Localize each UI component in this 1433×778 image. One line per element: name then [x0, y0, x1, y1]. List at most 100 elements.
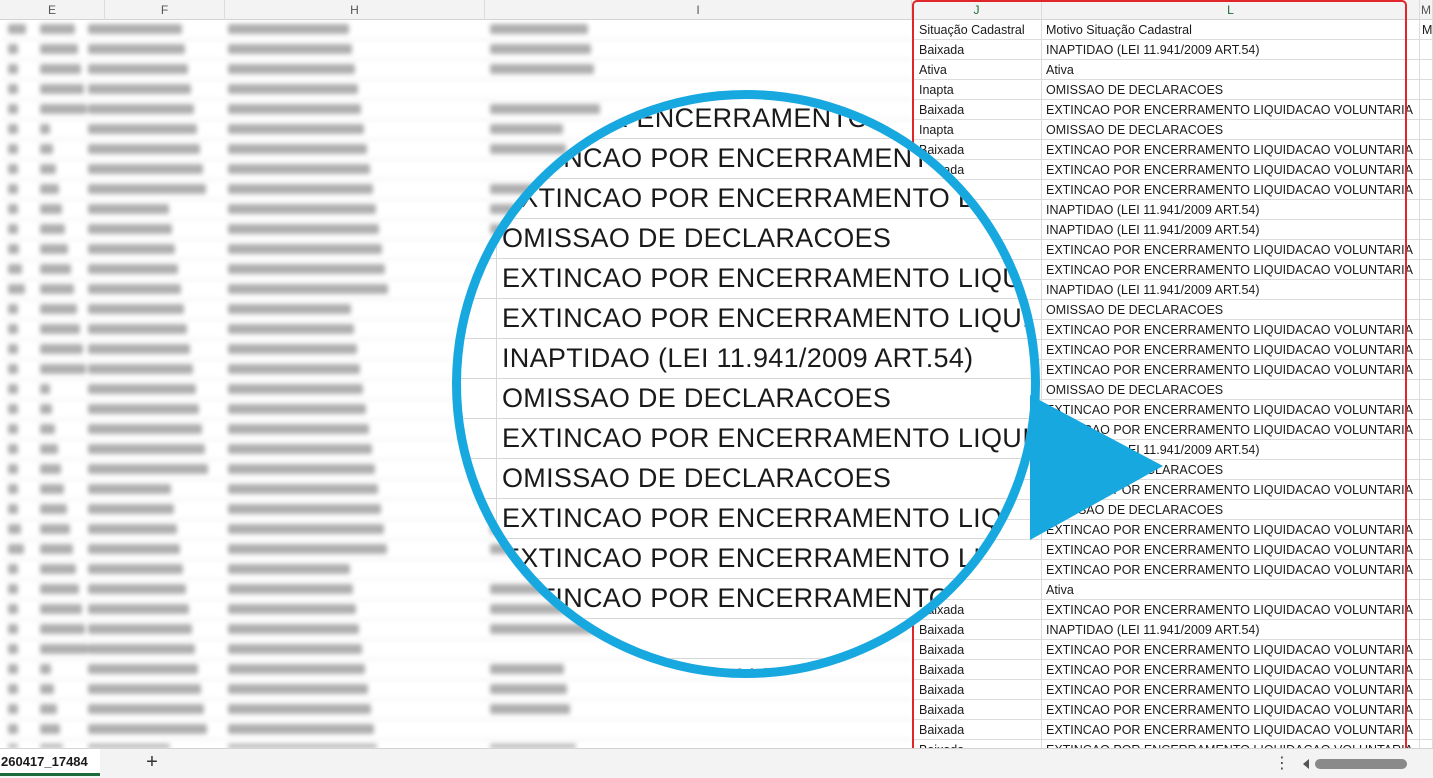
column-header-l[interactable]: L — [1042, 0, 1420, 20]
cell-motivo[interactable]: EXTINCAO POR ENCERRAMENTO LIQUIDACAO VOL… — [1042, 640, 1420, 660]
cell-m[interactable] — [1420, 680, 1433, 700]
cell-motivo[interactable]: OMISSAO DE DECLARACOES — [1042, 300, 1420, 320]
cell-motivo[interactable]: OMISSAO DE DECLARACOES — [1042, 380, 1420, 400]
cell-m[interactable] — [1420, 640, 1433, 660]
cell-m[interactable] — [1420, 260, 1433, 280]
cell-m[interactable] — [1420, 80, 1433, 100]
cell-m[interactable] — [1420, 480, 1433, 500]
cell-motivo[interactable]: OMISSAO DE DECLARACOES — [1042, 460, 1420, 480]
cell-motivo[interactable]: EXTINCAO POR ENCERRAMENTO LIQUIDACAO VOL… — [1042, 540, 1420, 560]
cell-m[interactable] — [1420, 720, 1433, 740]
header-motivo-situacao[interactable]: Motivo Situação Cadastral — [1042, 20, 1420, 40]
cell-m[interactable] — [1420, 300, 1433, 320]
cell-motivo[interactable]: EXTINCAO POR ENCERRAMENTO LIQUIDACAO VOL… — [1042, 400, 1420, 420]
cell-m[interactable] — [1420, 460, 1433, 480]
cell-motivo[interactable]: EXTINCAO POR ENCERRAMENTO LIQUIDACAO VOL… — [1042, 520, 1420, 540]
cell-motivo[interactable]: EXTINCAO POR ENCERRAMENTO LIQUIDACAO VOL… — [1042, 560, 1420, 580]
cell-m[interactable] — [1420, 620, 1433, 640]
cell-motivo[interactable]: INAPTIDAO (LEI 11.941/2009 ART.54) — [1042, 440, 1420, 460]
cell-situacao[interactable]: Ativa — [912, 60, 1042, 80]
cell-m[interactable] — [1420, 280, 1433, 300]
cell-m[interactable] — [1420, 180, 1433, 200]
cell-m[interactable] — [1420, 220, 1433, 240]
cell-m[interactable] — [1420, 160, 1433, 180]
cell-motivo[interactable]: EXTINCAO POR ENCERRAMENTO LIQUIDACAO VOL… — [1042, 600, 1420, 620]
cell-situacao[interactable]: Baixada — [912, 40, 1042, 60]
column-header-f[interactable]: F — [105, 0, 225, 20]
cell-motivo[interactable]: EXTINCAO POR ENCERRAMENTO LIQUIDACAO VOL… — [1042, 660, 1420, 680]
cell-m[interactable] — [1420, 380, 1433, 400]
cell-motivo[interactable]: INAPTIDAO (LEI 11.941/2009 ART.54) — [1042, 220, 1420, 240]
magnifier-row: EXTINCAO POR ENCERRAMENTO LIQUIDACAO — [461, 539, 1031, 579]
scrollbar-thumb[interactable] — [1315, 759, 1407, 769]
column-header-m[interactable]: M — [1420, 0, 1433, 20]
header-situacao-cadastral[interactable]: Situação Cadastral — [912, 20, 1042, 40]
cell-situacao[interactable]: Baixada — [912, 720, 1042, 740]
cell-motivo[interactable]: EXTINCAO POR ENCERRAMENTO LIQUIDACAO VOL… — [1042, 340, 1420, 360]
cell-m[interactable] — [1420, 420, 1433, 440]
cell-motivo[interactable]: EXTINCAO POR ENCERRAMENTO LIQUIDACAO VOL… — [1042, 100, 1420, 120]
cell-motivo[interactable]: EXTINCAO POR ENCERRAMENTO LIQUIDACAO VOL… — [1042, 480, 1420, 500]
cell-motivo[interactable]: EXTINCAO POR ENCERRAMENTO LIQUIDACAO VOL… — [1042, 700, 1420, 720]
blurred-cell — [8, 564, 18, 574]
cell-motivo[interactable]: EXTINCAO POR ENCERRAMENTO LIQUIDACAO VOL… — [1042, 740, 1420, 748]
cell-situacao[interactable]: Baixada — [912, 680, 1042, 700]
cell-m[interactable] — [1420, 240, 1433, 260]
cell-m[interactable] — [1420, 440, 1433, 460]
cell-m[interactable] — [1420, 540, 1433, 560]
cell-motivo[interactable]: EXTINCAO POR ENCERRAMENTO LIQUIDACAO VOL… — [1042, 180, 1420, 200]
cell-m[interactable] — [1420, 120, 1433, 140]
cell-motivo[interactable]: INAPTIDAO (LEI 11.941/2009 ART.54) — [1042, 40, 1420, 60]
cell-m[interactable] — [1420, 400, 1433, 420]
cell-m[interactable] — [1420, 740, 1433, 748]
header-m[interactable]: M — [1420, 20, 1433, 40]
cell-m[interactable] — [1420, 500, 1433, 520]
column-header-h[interactable]: H — [225, 0, 485, 20]
cell-m[interactable] — [1420, 60, 1433, 80]
cell-m[interactable] — [1420, 580, 1433, 600]
cell-m[interactable] — [1420, 520, 1433, 540]
cell-motivo[interactable]: INAPTIDAO (LEI 11.941/2009 ART.54) — [1042, 280, 1420, 300]
cell-motivo[interactable]: EXTINCAO POR ENCERRAMENTO LIQUIDACAO VOL… — [1042, 420, 1420, 440]
cell-motivo[interactable]: EXTINCAO POR ENCERRAMENTO LIQUIDACAO VOL… — [1042, 160, 1420, 180]
cell-motivo[interactable]: Ativa — [1042, 580, 1420, 600]
cell-motivo[interactable]: OMISSAO DE DECLARACOES — [1042, 500, 1420, 520]
scroll-left-icon[interactable] — [1303, 759, 1309, 769]
sheet-tab-active[interactable]: 260417_17484 — [0, 749, 100, 776]
cell-m[interactable] — [1420, 320, 1433, 340]
cell-motivo[interactable]: OMISSAO DE DECLARACOES — [1042, 120, 1420, 140]
cell-m[interactable] — [1420, 360, 1433, 380]
cell-situacao[interactable]: Baixada — [912, 700, 1042, 720]
cell-motivo[interactable]: EXTINCAO POR ENCERRAMENTO LIQUIDACAO VOL… — [1042, 320, 1420, 340]
column-header-e[interactable]: E — [0, 0, 105, 20]
more-options-icon[interactable]: ⋮ — [1274, 753, 1290, 775]
blurred-cell — [40, 224, 65, 234]
cell-situacao[interactable]: Baixada — [912, 740, 1042, 748]
cell-m[interactable] — [1420, 560, 1433, 580]
column-header-j[interactable]: J — [912, 0, 1042, 20]
blurred-cell — [228, 44, 352, 54]
cell-motivo[interactable]: OMISSAO DE DECLARACOES — [1042, 80, 1420, 100]
add-sheet-button[interactable]: + — [140, 751, 164, 775]
cell-situacao[interactable]: Inapta — [912, 80, 1042, 100]
cell-motivo[interactable]: INAPTIDAO (LEI 11.941/2009 ART.54) — [1042, 620, 1420, 640]
cell-motivo[interactable]: EXTINCAO POR ENCERRAMENTO LIQUIDACAO VOL… — [1042, 680, 1420, 700]
cell-m[interactable] — [1420, 40, 1433, 60]
cell-motivo[interactable]: EXTINCAO POR ENCERRAMENTO LIQUIDACAO VOL… — [1042, 720, 1420, 740]
cell-m[interactable] — [1420, 660, 1433, 680]
cell-m[interactable] — [1420, 340, 1433, 360]
cell-m[interactable] — [1420, 140, 1433, 160]
column-header-i[interactable]: I — [485, 0, 912, 20]
cell-motivo[interactable]: EXTINCAO POR ENCERRAMENTO LIQUIDACAO VOL… — [1042, 360, 1420, 380]
cell-motivo[interactable]: EXTINCAO POR ENCERRAMENTO LIQUIDACAO VOL… — [1042, 140, 1420, 160]
cell-m[interactable] — [1420, 200, 1433, 220]
cell-m[interactable] — [1420, 600, 1433, 620]
cell-m[interactable] — [1420, 100, 1433, 120]
cell-motivo[interactable]: INAPTIDAO (LEI 11.941/2009 ART.54) — [1042, 200, 1420, 220]
horizontal-scrollbar[interactable] — [1303, 758, 1421, 770]
cell-motivo[interactable]: EXTINCAO POR ENCERRAMENTO LIQUIDACAO VOL… — [1042, 260, 1420, 280]
cell-motivo[interactable]: EXTINCAO POR ENCERRAMENTO LIQUIDACAO VOL… — [1042, 240, 1420, 260]
blurred-cell — [40, 184, 59, 194]
cell-m[interactable] — [1420, 700, 1433, 720]
cell-motivo[interactable]: Ativa — [1042, 60, 1420, 80]
